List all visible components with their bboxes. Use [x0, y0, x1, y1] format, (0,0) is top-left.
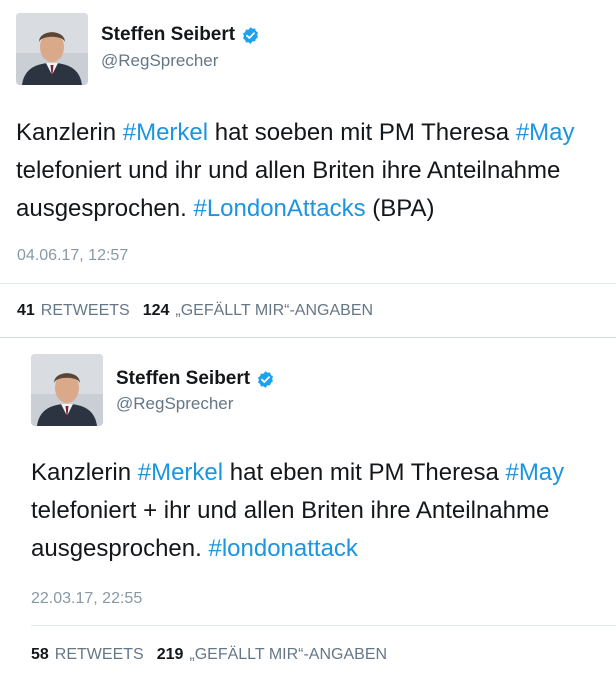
author-name[interactable]: Steffen Seibert	[101, 24, 235, 46]
tweet-text-segment: telefoniert und ihr und allen Briten ihr…	[16, 157, 561, 184]
hashtag-link[interactable]: #May	[505, 459, 564, 486]
avatar[interactable]	[31, 354, 103, 426]
retweets-count: 41	[17, 302, 35, 319]
tweet-text-line: Kanzlerin #Merkel hat soeben mit PM Ther…	[16, 114, 575, 152]
tweet-text: Kanzlerin #Merkel hat eben mit PM Theres…	[31, 454, 564, 568]
author-row: Steffen Seibert	[116, 368, 275, 390]
tweet-stats: 58 RETWEETS 219 „GEFÄLLT MIR“-ANGABEN	[31, 646, 393, 664]
likes-count: 219	[156, 646, 184, 663]
tweet-text-line: telefoniert und ihr und allen Briten ihr…	[16, 152, 575, 190]
author-name[interactable]: Steffen Seibert	[116, 368, 250, 390]
likes-label: „GEFÄLLT MIR“-ANGABEN	[189, 646, 388, 663]
tweet-text-segment: ausgesprochen.	[16, 195, 194, 222]
divider	[31, 625, 616, 626]
retweets-stat[interactable]: 58 RETWEETS	[31, 646, 144, 664]
tweet-text-segment: (BPA)	[365, 195, 435, 222]
person-portrait-icon	[16, 13, 88, 85]
hashtag-link[interactable]: #May	[516, 119, 575, 146]
verified-badge-icon	[258, 370, 274, 388]
retweets-label: RETWEETS	[40, 302, 130, 319]
likes-label: „GEFÄLLT MIR“-ANGABEN	[175, 302, 374, 319]
divider	[0, 283, 616, 284]
tweet-text-segment: hat soeben mit PM Theresa	[208, 119, 516, 146]
likes-stat[interactable]: 219 „GEFÄLLT MIR“-ANGABEN	[157, 646, 387, 664]
tweet-text-line: ausgesprochen. #londonattack	[31, 530, 564, 568]
retweets-count: 58	[31, 646, 49, 663]
retweets-stat[interactable]: 41 RETWEETS	[17, 302, 130, 320]
likes-count: 124	[142, 302, 170, 319]
likes-stat[interactable]: 124 „GEFÄLLT MIR“-ANGABEN	[143, 302, 373, 320]
author-handle[interactable]: @RegSprecher	[116, 394, 233, 414]
retweets-label: RETWEETS	[54, 646, 144, 663]
tweet-text-line: Kanzlerin #Merkel hat eben mit PM Theres…	[31, 454, 564, 492]
tweet-text: Kanzlerin #Merkel hat soeben mit PM Ther…	[16, 114, 575, 228]
verified-badge-icon	[243, 26, 259, 44]
avatar[interactable]	[16, 13, 88, 85]
tweet-text-segment: Kanzlerin	[16, 119, 123, 146]
hashtag-link[interactable]: #LondonAttacks	[193, 195, 365, 222]
tweet-text-segment: telefoniert + ihr und allen Briten ihre …	[31, 497, 550, 524]
tweet-text-line: ausgesprochen. #LondonAttacks (BPA)	[16, 190, 575, 228]
hashtag-link[interactable]: #londonattack	[208, 535, 357, 562]
tweet-text-line: telefoniert + ihr und allen Briten ihre …	[31, 492, 564, 530]
tweet-text-segment: hat eben mit PM Theresa	[223, 459, 506, 486]
hashtag-link[interactable]: #Merkel	[123, 119, 208, 146]
tweet-timestamp[interactable]: 04.06.17, 12:57	[17, 247, 128, 265]
divider	[0, 337, 616, 338]
hashtag-link[interactable]: #Merkel	[138, 459, 223, 486]
author-handle[interactable]: @RegSprecher	[101, 51, 218, 71]
tweet-timestamp[interactable]: 22.03.17, 22:55	[31, 590, 142, 608]
tweet-text-segment: ausgesprochen.	[31, 535, 209, 562]
tweet-text-segment: Kanzlerin	[31, 459, 138, 486]
tweet-stats: 41 RETWEETS 124 „GEFÄLLT MIR“-ANGABEN	[17, 302, 379, 320]
person-portrait-icon	[31, 354, 103, 426]
author-row: Steffen Seibert	[101, 24, 260, 46]
